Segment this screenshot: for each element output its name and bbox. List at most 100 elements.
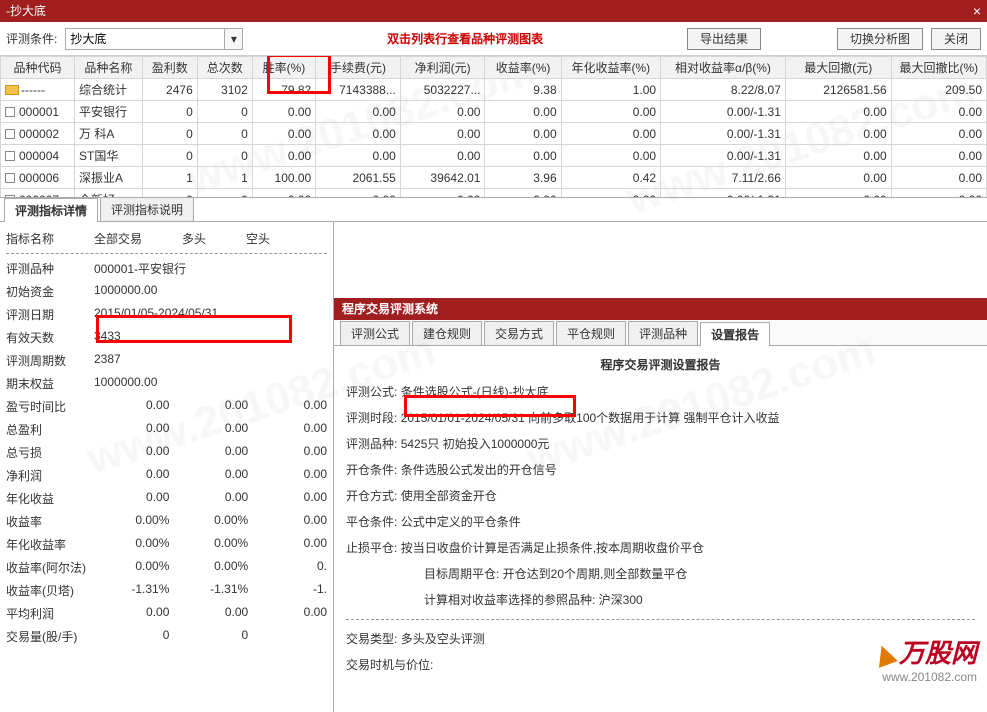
kv-key: 初始资金 — [6, 283, 94, 300]
col-11[interactable]: 最大回撤比(%) — [891, 57, 986, 79]
result-table-wrap: 品种代码品种名称盈利数总次数胜率(%)手续费(元)净利润(元)收益率(%)年化收… — [0, 56, 987, 198]
table-row[interactable]: 000002万 科A000.000.000.000.000.000.00/-1.… — [1, 123, 987, 145]
report-key: 评测品种: — [346, 435, 397, 453]
checkbox-icon — [5, 129, 15, 139]
grid-cell: -1.31% — [169, 582, 248, 599]
col-1[interactable]: 品种名称 — [75, 57, 143, 79]
report-key: 评测时段: — [346, 409, 397, 427]
grid-key: 总盈利 — [6, 421, 91, 438]
col-short: 空头 — [246, 230, 270, 247]
col-3[interactable]: 总次数 — [197, 57, 252, 79]
grid-cell: 0. — [248, 559, 327, 576]
col-8[interactable]: 年化收益率(%) — [561, 57, 660, 79]
table-row[interactable]: 000004ST国华000.000.000.000.000.000.00/-1.… — [1, 145, 987, 167]
kv-value: 2015/01/05-2024/05/31 — [94, 306, 327, 323]
left-panel: 指标名称 全部交易 多头 空头 评测品种000001-平安银行初始资金10000… — [0, 222, 334, 712]
report-key: 止损平仓: — [346, 539, 397, 557]
report-body: 程序交易评测设置报告 评测公式: 条件选股公式-(日线)-抄大底评测时段: 20… — [334, 346, 987, 712]
right-tabs: 评测公式建仓规则交易方式平仓规则评测品种设置报告 — [334, 320, 987, 346]
kv-value: 3433 — [94, 329, 327, 346]
col-0[interactable]: 品种代码 — [1, 57, 75, 79]
grid-key: 收益率(贝塔) — [6, 582, 91, 599]
right-tab-5[interactable]: 设置报告 — [700, 322, 770, 346]
checkbox-icon — [5, 151, 15, 161]
report-value: 条件选股公式发出的开仓信号 — [401, 463, 557, 477]
reference-index: 计算相对收益率选择的参照品种: 沪深300 — [346, 591, 975, 609]
kv-value: 2387 — [94, 352, 327, 369]
grid-key: 收益率 — [6, 513, 91, 530]
trade-type-label: 交易类型: — [346, 630, 397, 648]
grid-cell: 0 — [91, 628, 170, 645]
grid-key: 年化收益 — [6, 490, 91, 507]
right-panel: 程序交易评测系统 评测公式建仓规则交易方式平仓规则评测品种设置报告 程序交易评测… — [334, 222, 987, 712]
report-key: 评测公式: — [346, 383, 397, 401]
tab-explain[interactable]: 评测指标说明 — [100, 197, 194, 221]
grid-cell: 0 — [169, 628, 248, 645]
table-row[interactable]: ------综合统计2476310279.827143388...5032227… — [1, 79, 987, 101]
grid-cell: 0.00 — [91, 421, 170, 438]
grid-key: 交易量(股/手) — [6, 628, 91, 645]
col-5[interactable]: 手续费(元) — [316, 57, 401, 79]
close-icon[interactable]: × — [973, 0, 981, 22]
table-row[interactable]: 000001平安银行000.000.000.000.000.000.00/-1.… — [1, 101, 987, 123]
grid-cell: 0.00 — [169, 467, 248, 484]
window-title: -抄大底 — [6, 0, 46, 22]
grid-cell: 0.00 — [248, 605, 327, 622]
grid-cell: -1. — [248, 582, 327, 599]
report-value: 5425只 初始投入1000000元 — [401, 437, 550, 451]
grid-cell: 0.00% — [169, 536, 248, 553]
detail-tabs: 评测指标详情 评测指标说明 — [0, 198, 987, 222]
grid-cell: 0.00 — [248, 467, 327, 484]
export-button[interactable]: 导出结果 — [687, 28, 761, 50]
condition-label: 评测条件: — [6, 30, 57, 47]
right-tab-1[interactable]: 建仓规则 — [412, 321, 482, 345]
table-row[interactable]: 000007全新好000.000.000.000.000.000.00/-1.3… — [1, 189, 987, 199]
grid-cell: 0.00 — [248, 444, 327, 461]
kv-key: 评测日期 — [6, 306, 94, 323]
grid-key: 盈亏时间比 — [6, 398, 91, 415]
right-tab-0[interactable]: 评测公式 — [340, 321, 410, 345]
report-value: 按当日收盘价计算是否满足止损条件,按本周期收盘价平仓 — [401, 541, 704, 555]
grid-cell: 0.00 — [248, 398, 327, 415]
col-2[interactable]: 盈利数 — [142, 57, 197, 79]
toolbar: 评测条件: ▾ 双击列表行查看品种评测图表 导出结果 切换分析图 关闭 — [0, 22, 987, 56]
report-value: 公式中定义的平仓条件 — [401, 515, 521, 529]
col-7[interactable]: 收益率(%) — [485, 57, 561, 79]
col-long: 多头 — [182, 230, 206, 247]
target-period-close: 目标周期平仓: 开仓达到20个周期,则全部数量平仓 — [346, 565, 975, 583]
grid-cell: 0.00 — [169, 490, 248, 507]
report-value: 条件选股公式-(日线)-抄大底 — [401, 385, 549, 399]
kv-key: 期末权益 — [6, 375, 94, 392]
col-6[interactable]: 净利润(元) — [400, 57, 485, 79]
col-4[interactable]: 胜率(%) — [252, 57, 315, 79]
report-title: 程序交易评测设置报告 — [346, 356, 975, 373]
grid-cell: 0.00% — [91, 513, 170, 530]
col-10[interactable]: 最大回撤(元) — [785, 57, 891, 79]
col-9[interactable]: 相对收益率α/β(%) — [661, 57, 786, 79]
chevron-down-icon[interactable]: ▾ — [225, 28, 243, 50]
report-key: 平仓条件: — [346, 513, 397, 531]
switch-chart-button[interactable]: 切换分析图 — [837, 28, 923, 50]
grid-key: 年化收益率 — [6, 536, 91, 553]
grid-cell: 0.00 — [91, 490, 170, 507]
grid-cell: 0.00 — [248, 421, 327, 438]
col-indicator-name: 指标名称 — [6, 230, 54, 247]
kv-value: 1000000.00 — [94, 375, 327, 392]
table-row[interactable]: 000006深振业A11100.002061.5539642.013.960.4… — [1, 167, 987, 189]
result-table: 品种代码品种名称盈利数总次数胜率(%)手续费(元)净利润(元)收益率(%)年化收… — [0, 56, 987, 198]
condition-input[interactable] — [65, 28, 225, 50]
right-tab-3[interactable]: 平仓规则 — [556, 321, 626, 345]
grid-cell: 0.00 — [169, 605, 248, 622]
grid-cell: 0.00 — [169, 398, 248, 415]
right-tab-4[interactable]: 评测品种 — [628, 321, 698, 345]
tab-detail[interactable]: 评测指标详情 — [4, 198, 98, 222]
grid-cell: 0.00 — [91, 398, 170, 415]
close-button[interactable]: 关闭 — [931, 28, 981, 50]
grid-cell: -1.31% — [91, 582, 170, 599]
right-tab-2[interactable]: 交易方式 — [484, 321, 554, 345]
grid-cell: 0.00 — [91, 467, 170, 484]
report-tail: 向前多取100个数据用于计算 强制平仓计入收益 — [528, 411, 779, 425]
grid-key: 收益率(阿尔法) — [6, 559, 91, 576]
hint-text: 双击列表行查看品种评测图表 — [251, 30, 679, 47]
grid-cell: 0.00% — [91, 559, 170, 576]
